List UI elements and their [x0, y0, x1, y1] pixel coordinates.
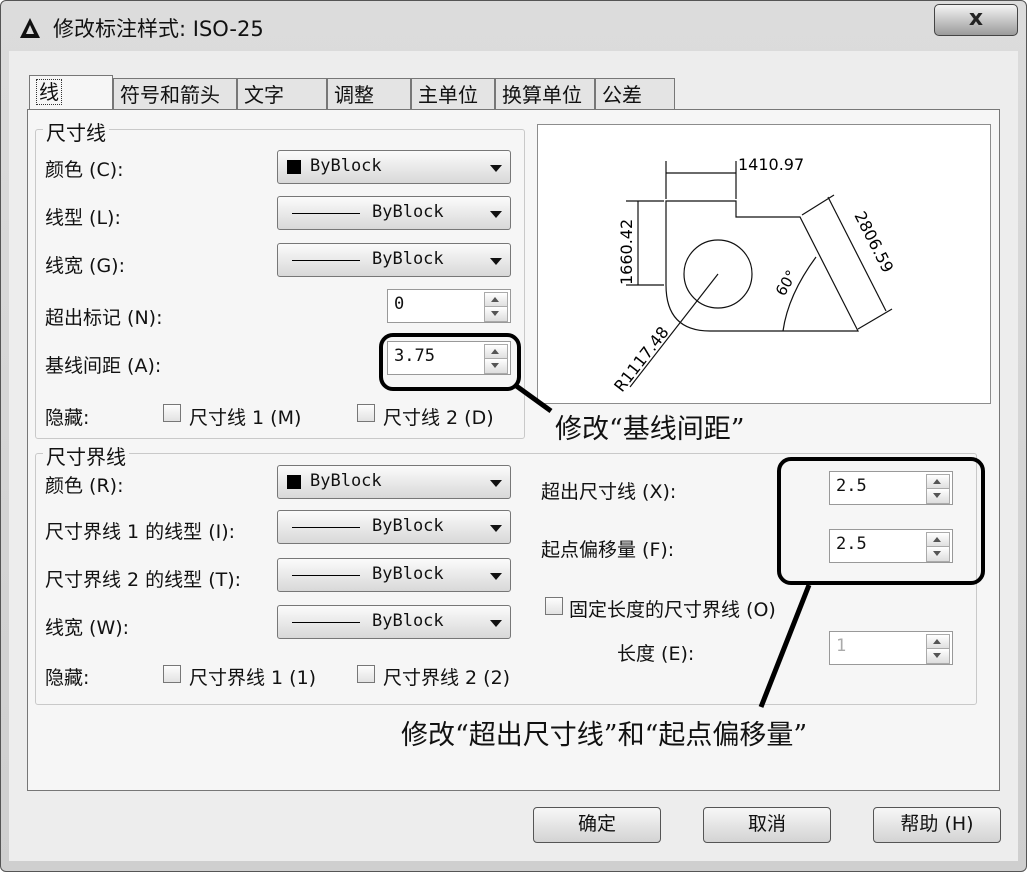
annotation-ext-note: 修改“超出尺寸线”和“起点偏移量”: [401, 720, 808, 751]
annotation-baseline-note: 修改“基线间距”: [555, 414, 745, 445]
cancel-button[interactable]: 取消: [703, 807, 831, 843]
dialog-window: 修改标注样式: ISO-25 x 线 符号和箭头 文字 调整 主单位 换算单位 …: [0, 0, 1027, 872]
highlight-ext-values: [777, 457, 985, 585]
help-button[interactable]: 帮助 (H): [873, 807, 1001, 843]
ok-button[interactable]: 确定: [533, 807, 661, 843]
